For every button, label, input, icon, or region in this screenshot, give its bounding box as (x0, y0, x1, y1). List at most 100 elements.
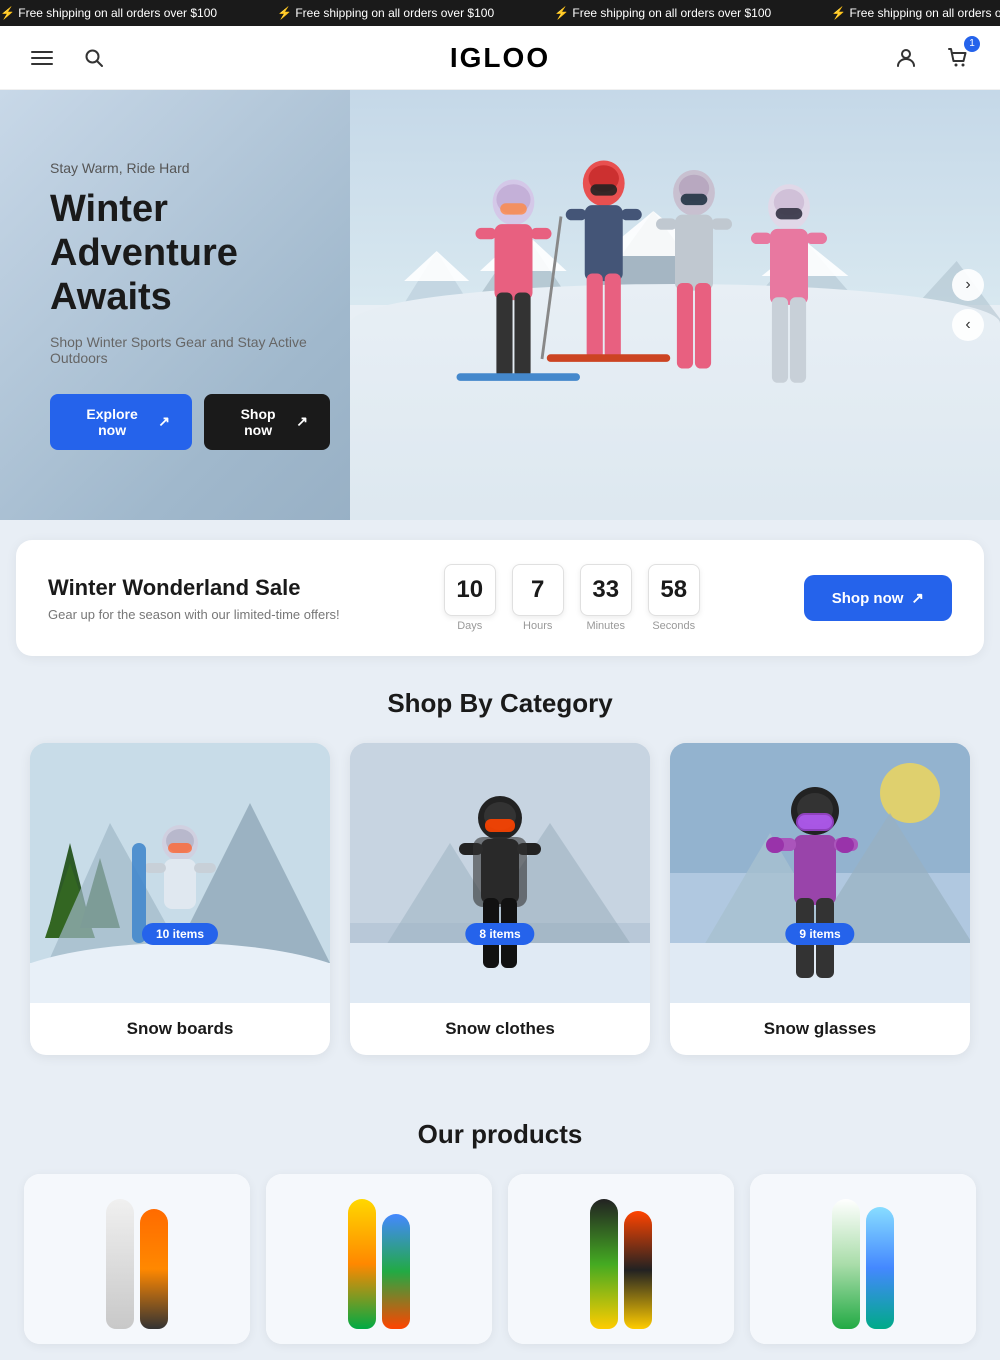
clothes-name: Snow clothes (366, 1019, 634, 1039)
search-button[interactable] (76, 40, 112, 76)
hero-buttons: Explore now ↗ Shop now ↗ (50, 394, 330, 450)
announcement-text-4: ⚡ Free shipping on all orders over $100 (831, 6, 1000, 20)
board-shape-4b (866, 1207, 894, 1329)
products-section: Our products (0, 1055, 1000, 1360)
days-number: 10 (444, 564, 496, 616)
countdown-days: 10 Days (444, 564, 496, 632)
product-card-1[interactable] (24, 1174, 250, 1344)
product-card-3[interactable] (508, 1174, 734, 1344)
board-shape-1b (140, 1209, 168, 1329)
countdown-minutes: 33 Minutes (580, 564, 632, 632)
clothes-image: 8 items (350, 743, 650, 1003)
categories-section: Shop By Category (0, 688, 1000, 1055)
clothes-info: Snow clothes (350, 1003, 650, 1055)
announcement-bar: ⚡ Free shipping on all orders over $100 … (0, 0, 1000, 26)
board-shape-1a (106, 1199, 134, 1329)
snowboards-name: Snow boards (46, 1019, 314, 1039)
hero-image (350, 90, 1000, 520)
user-icon (895, 47, 917, 69)
board-display-3 (590, 1189, 652, 1329)
glasses-name: Snow glasses (686, 1019, 954, 1039)
header-right: 1 (888, 40, 976, 76)
categories-title: Shop By Category (0, 688, 1000, 719)
hours-number: 7 (512, 564, 564, 616)
glasses-scene-svg (670, 743, 970, 1003)
category-card-glasses[interactable]: 9 items Snow glasses (670, 743, 970, 1055)
board-shape-3a (590, 1199, 618, 1329)
board-display-1 (106, 1189, 168, 1329)
announcement-text-2: ⚡ Free shipping on all orders over $100 (277, 6, 494, 20)
seconds-number: 58 (648, 564, 700, 616)
glasses-info: Snow glasses (670, 1003, 970, 1055)
product-img-3 (508, 1174, 734, 1344)
header-left (24, 40, 112, 76)
hero-section: Stay Warm, Ride Hard Winter Adventure Aw… (0, 90, 1000, 520)
arrow-icon-2: ↗ (296, 413, 308, 430)
glasses-badge: 9 items (785, 925, 854, 943)
cart-badge-count: 1 (964, 36, 980, 52)
board-shape-2b (382, 1214, 410, 1329)
hero-description: Shop Winter Sports Gear and Stay Active … (50, 334, 330, 366)
sale-banner: Winter Wonderland Sale Gear up for the s… (16, 540, 984, 656)
hamburger-icon (31, 47, 53, 69)
products-title: Our products (16, 1119, 984, 1150)
countdown: 10 Days 7 Hours 33 Minutes 58 Seconds (444, 564, 700, 632)
board-shape-3b (624, 1211, 652, 1329)
product-img-2 (266, 1174, 492, 1344)
menu-button[interactable] (24, 40, 60, 76)
board-shape-4a (832, 1199, 860, 1329)
sale-shop-button[interactable]: Shop now ↗ (804, 575, 952, 621)
minutes-number: 33 (580, 564, 632, 616)
hero-prev-button[interactable]: ‹ (952, 309, 984, 341)
glasses-scene: 9 items (670, 743, 970, 1003)
snowboard-scene-svg (30, 743, 330, 1003)
products-grid (16, 1174, 984, 1344)
product-card-4[interactable] (750, 1174, 976, 1344)
minutes-label: Minutes (580, 620, 632, 632)
clothes-badge: 8 items (465, 925, 534, 943)
hero-next-button[interactable]: › (952, 269, 984, 301)
hero-content: Stay Warm, Ride Hard Winter Adventure Aw… (0, 120, 380, 489)
sale-title: Winter Wonderland Sale (48, 575, 340, 601)
arrow-icon: ↗ (158, 413, 170, 430)
hero-navigation: › ‹ (952, 269, 984, 341)
product-img-4 (750, 1174, 976, 1344)
announcement-text-1: ⚡ Free shipping on all orders over $100 (0, 6, 217, 20)
board-display-4 (832, 1189, 894, 1329)
seconds-label: Seconds (648, 620, 700, 632)
hero-scene (350, 90, 1000, 520)
cart-button[interactable]: 1 (940, 40, 976, 76)
logo[interactable]: IGLOO (450, 42, 550, 74)
product-card-2[interactable] (266, 1174, 492, 1344)
shop-now-button[interactable]: Shop now ↗ (204, 394, 330, 450)
header: IGLOO 1 (0, 26, 1000, 90)
days-label: Days (444, 620, 496, 632)
sale-btn-label: Shop now (832, 590, 904, 607)
countdown-hours: 7 Hours (512, 564, 564, 632)
board-shape-2a (348, 1199, 376, 1329)
category-card-snowboards[interactable]: 10 items Snow boards (30, 743, 330, 1055)
sale-info: Winter Wonderland Sale Gear up for the s… (48, 575, 340, 622)
snowboards-info: Snow boards (30, 1003, 330, 1055)
snowboards-image: 10 items (30, 743, 330, 1003)
explore-button[interactable]: Explore now ↗ (50, 394, 192, 450)
sale-description: Gear up for the season with our limited-… (48, 607, 340, 622)
account-button[interactable] (888, 40, 924, 76)
glasses-image: 9 items (670, 743, 970, 1003)
clothes-scene-svg (350, 743, 650, 1003)
sale-arrow-icon: ↗ (911, 589, 924, 607)
product-img-1 (24, 1174, 250, 1344)
snowboards-scene: 10 items (30, 743, 330, 1003)
board-display-2 (348, 1189, 410, 1329)
search-icon (84, 48, 104, 68)
countdown-seconds: 58 Seconds (648, 564, 700, 632)
categories-grid: 10 items Snow boards (0, 743, 1000, 1055)
skiers-svg (350, 112, 1000, 521)
announcement-text-3: ⚡ Free shipping on all orders over $100 (554, 6, 771, 20)
clothes-scene: 8 items (350, 743, 650, 1003)
category-card-clothes[interactable]: 8 items Snow clothes (350, 743, 650, 1055)
snowboards-badge: 10 items (142, 925, 218, 943)
hero-title: Winter Adventure Awaits (50, 188, 330, 319)
hero-subtitle: Stay Warm, Ride Hard (50, 160, 330, 176)
hours-label: Hours (512, 620, 564, 632)
